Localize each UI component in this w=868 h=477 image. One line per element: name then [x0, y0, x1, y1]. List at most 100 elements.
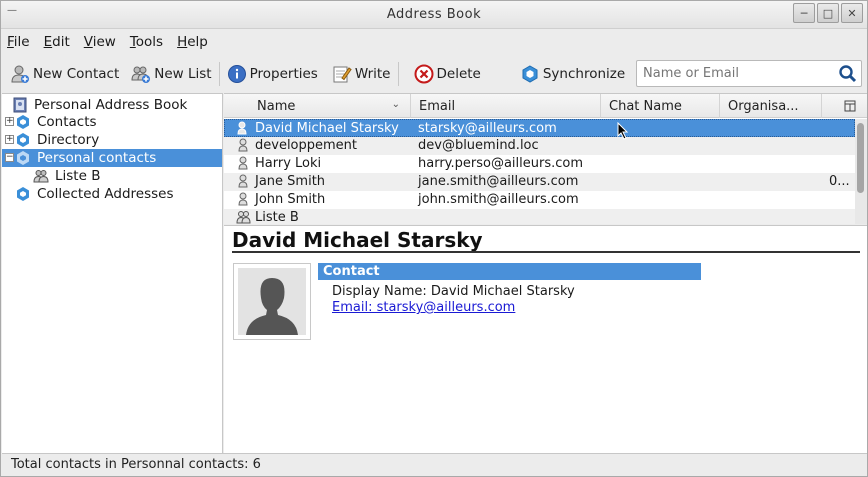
table-row[interactable]: Jane Smith jane.smith@ailleurs.com 0... — [224, 173, 855, 191]
column-picker-button[interactable] — [822, 94, 867, 118]
sort-descending-icon: ⌄ — [391, 99, 400, 110]
write-label: Write — [354, 66, 391, 82]
tree-item-label: Personal Address Book — [34, 97, 188, 113]
delete-icon — [414, 64, 434, 84]
expand-contacts-twisty[interactable]: + — [5, 117, 14, 126]
row-email: dev@bluemind.loc — [418, 138, 539, 153]
menu-tools[interactable]: Tools — [130, 34, 163, 50]
title-bar: — Address Book ─ □ ✕ — [1, 1, 867, 29]
column-header-row: Name ⌄ Email Chat Name Organisa... — [224, 94, 867, 118]
tree-item-collected-addresses[interactable]: Collected Addresses — [15, 185, 222, 203]
table-row[interactable]: Harry Loki harry.perso@ailleurs.com — [224, 155, 855, 173]
contact-view-pane: David Michael Starsky Contact Display Na… — [224, 225, 867, 453]
synchronize-icon — [520, 64, 540, 84]
tree-item-directory[interactable]: Directory — [15, 131, 222, 149]
tree-item-label: Personal contacts — [37, 150, 157, 166]
status-bar: Total contacts in Personnal contacts: 6 — [2, 453, 867, 476]
contacts-result-tree[interactable]: Name ⌄ Email Chat Name Organisa... David… — [224, 93, 867, 224]
properties-button[interactable]: Properties — [227, 59, 318, 89]
contact-photo — [233, 263, 311, 340]
menu-tools-label: ools — [135, 34, 164, 50]
tree-item-contacts[interactable]: Contacts — [15, 113, 222, 131]
new-list-button[interactable]: New List — [131, 59, 212, 89]
bluemind-book-icon — [15, 114, 31, 130]
menu-view-mnemonic: V — [83, 34, 93, 50]
info-icon — [227, 64, 247, 84]
mailing-list-icon — [33, 168, 49, 184]
mailing-list-icon — [236, 210, 252, 224]
default-avatar-icon — [238, 268, 306, 335]
tree-item-liste-b[interactable]: Liste B — [33, 167, 222, 185]
row-organisation: 0... — [829, 174, 850, 189]
column-header-organisation[interactable]: Organisa... — [720, 94, 822, 118]
tree-item-label: Liste B — [55, 168, 101, 184]
close-window-button[interactable]: ✕ — [841, 3, 863, 23]
row-name: John Smith — [255, 192, 326, 207]
contact-section-header: Contact — [318, 263, 701, 280]
row-name: Harry Loki — [255, 156, 322, 171]
row-name: Liste B — [255, 210, 299, 224]
menu-edit[interactable]: Edit — [44, 34, 70, 50]
window-title: Address Book — [386, 7, 482, 22]
minimize-button[interactable]: ─ — [793, 3, 815, 23]
table-row[interactable]: David Michael Starsky starsky@ailleurs.c… — [224, 119, 855, 137]
tree-item-label: Collected Addresses — [37, 186, 174, 202]
heading-divider — [232, 251, 860, 253]
write-button[interactable]: Write — [332, 59, 391, 89]
menu-help-label: elp — [187, 34, 208, 50]
column-header-name[interactable]: Name ⌄ — [224, 94, 411, 118]
menu-file[interactable]: File — [7, 34, 30, 50]
tree-item-personal-address-book[interactable]: Personal Address Book — [12, 96, 222, 114]
menu-edit-label: dit — [52, 34, 70, 50]
new-contact-label: New Contact — [33, 66, 120, 82]
tree-item-personal-contacts[interactable]: Personal contacts — [2, 149, 222, 167]
column-header-name-label: Name — [257, 98, 296, 114]
toolbar-separator — [218, 62, 220, 86]
search-box[interactable] — [636, 60, 862, 87]
contact-card-icon — [238, 156, 248, 174]
table-row[interactable]: Liste B — [224, 209, 855, 224]
synchronize-button[interactable]: Synchronize — [520, 59, 625, 89]
search-icon[interactable] — [838, 64, 858, 83]
menu-view[interactable]: View — [84, 34, 116, 50]
synchronize-label: Synchronize — [542, 66, 626, 82]
tree-item-label: Contacts — [37, 114, 97, 130]
menu-view-label: iew — [92, 34, 116, 50]
new-list-label: New List — [154, 66, 212, 82]
table-row[interactable]: developpement dev@bluemind.loc — [224, 137, 855, 155]
row-email: john.smith@ailleurs.com — [418, 192, 579, 207]
maximize-button[interactable]: □ — [817, 3, 839, 23]
minimize-icon: ─ — [800, 6, 808, 20]
contact-card-icon — [238, 174, 248, 192]
row-name: Jane Smith — [255, 174, 326, 189]
search-input[interactable] — [637, 61, 837, 86]
contact-name-heading: David Michael Starsky — [232, 228, 483, 252]
column-header-email-label: Email — [419, 98, 456, 114]
contact-card-icon — [238, 138, 248, 156]
column-header-chat-name[interactable]: Chat Name — [601, 94, 720, 118]
row-email: starsky@ailleurs.com — [418, 121, 557, 136]
mouse-pointer-icon — [617, 121, 629, 140]
collapse-personal-contacts-twisty[interactable]: − — [5, 153, 14, 162]
new-contact-button[interactable]: New Contact — [10, 59, 119, 89]
address-book-icon — [12, 97, 28, 113]
expand-directory-twisty[interactable]: + — [5, 135, 14, 144]
close-icon: ✕ — [847, 6, 857, 20]
results-scrollbar[interactable] — [855, 119, 867, 224]
column-header-chat-name-label: Chat Name — [609, 98, 682, 114]
email-link[interactable]: Email: starsky@ailleurs.com — [332, 300, 515, 315]
address-book-window: — Address Book ─ □ ✕ File Edit View Tool… — [0, 0, 868, 477]
column-picker-icon — [844, 100, 856, 112]
row-email: harry.perso@ailleurs.com — [418, 156, 584, 171]
address-book-tree[interactable]: Personal Address Book + Contacts + Direc… — [2, 93, 223, 453]
menu-file-label: ile — [13, 34, 30, 50]
menu-help[interactable]: Help — [177, 34, 208, 50]
column-header-email[interactable]: Email — [411, 94, 601, 118]
scrollbar-thumb[interactable] — [857, 123, 864, 193]
write-icon — [332, 64, 352, 84]
delete-button[interactable]: Delete — [414, 59, 481, 89]
table-row[interactable]: John Smith john.smith@ailleurs.com — [224, 191, 855, 209]
properties-label: Properties — [249, 66, 318, 82]
display-name-field: Display Name: David Michael Starsky — [332, 284, 575, 299]
toolbar-separator — [397, 62, 399, 86]
